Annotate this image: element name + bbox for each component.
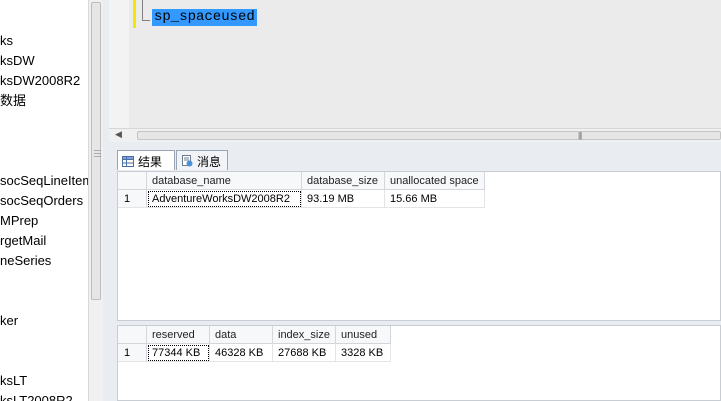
table-row[interactable]: 1 AdventureWorksDW2008R2 93.19 MB 15.66 … [118, 189, 485, 208]
tree-item[interactable]: ks [0, 33, 13, 49]
grip-icon: ||| [578, 131, 582, 140]
grid-icon [122, 156, 134, 167]
query-editor[interactable]: sp_spaceused [109, 0, 721, 128]
table-row[interactable]: 1 77344 KB 46328 KB 27688 KB 3328 KB [118, 343, 391, 362]
column-header[interactable]: database_name [146, 172, 302, 190]
scrollbar-thumb[interactable]: ||| [137, 131, 721, 140]
column-header[interactable]: unallocated space [384, 172, 485, 190]
grip-icon: — — — [94, 147, 101, 160]
tree-item[interactable]: neSeries [0, 253, 51, 269]
grid-cell[interactable]: AdventureWorksDW2008R2 [146, 189, 302, 208]
column-header[interactable]: data [209, 326, 273, 344]
outline-guide [142, 20, 150, 21]
tree-item[interactable]: ker [0, 313, 18, 329]
outline-guide [142, 0, 143, 20]
object-explorer-tree: ks ksDW ksDW2008R2 数据 socSeqLineItem soc… [0, 0, 88, 401]
row-number[interactable]: 1 [118, 343, 147, 362]
message-icon [181, 155, 193, 167]
tree-item[interactable]: socSeqOrders [0, 193, 83, 209]
grid-cell[interactable]: 77344 KB [146, 343, 210, 362]
tab-label: 结果 [138, 155, 163, 169]
results-grid-space[interactable]: reserved data index_size unused 1 77344 … [117, 325, 721, 401]
tree-item[interactable]: rgetMail [0, 233, 46, 249]
grid-cell[interactable]: 93.19 MB [301, 189, 385, 208]
row-header-corner[interactable] [118, 326, 147, 344]
tab-label: 消息 [197, 155, 222, 169]
tree-item[interactable]: MPrep [0, 213, 38, 229]
grid-cell[interactable]: 3328 KB [335, 343, 391, 362]
scrollbar-thumb[interactable]: — — — [91, 2, 101, 300]
tree-item[interactable]: socSeqLineItem [0, 173, 88, 189]
column-header[interactable]: reserved [146, 326, 210, 344]
grid-cell[interactable]: 46328 KB [209, 343, 273, 362]
results-pane: 结果 消息 database_name database_size unallo… [109, 142, 721, 401]
column-header[interactable]: database_size [301, 172, 385, 190]
scroll-left-arrow-icon[interactable]: ◀ [115, 129, 122, 140]
tab-results[interactable]: 结果 [117, 150, 175, 170]
column-header[interactable]: unused [335, 326, 391, 344]
tree-item[interactable]: ksDW2008R2 [0, 73, 80, 89]
tree-item[interactable]: ksLT [0, 373, 27, 389]
row-number[interactable]: 1 [118, 189, 147, 208]
tree-item[interactable]: 数据 [0, 93, 26, 109]
editor-margin [109, 0, 129, 128]
tree-item[interactable]: ksDW [0, 53, 35, 69]
editor-horizontal-scrollbar[interactable]: ◀ ||| [109, 128, 721, 142]
code-line-selected[interactable]: sp_spaceused [152, 9, 257, 26]
tab-messages[interactable]: 消息 [176, 150, 228, 170]
change-marker [133, 0, 136, 28]
grid-cell[interactable]: 15.66 MB [384, 189, 485, 208]
explorer-vertical-scrollbar[interactable]: — — — [88, 0, 103, 401]
column-header[interactable]: index_size [272, 326, 336, 344]
results-grid-database[interactable]: database_name database_size unallocated … [117, 171, 721, 321]
tree-item[interactable]: ksLT2008R2 [0, 393, 73, 401]
row-header-corner[interactable] [118, 172, 147, 190]
grid-cell[interactable]: 27688 KB [272, 343, 336, 362]
